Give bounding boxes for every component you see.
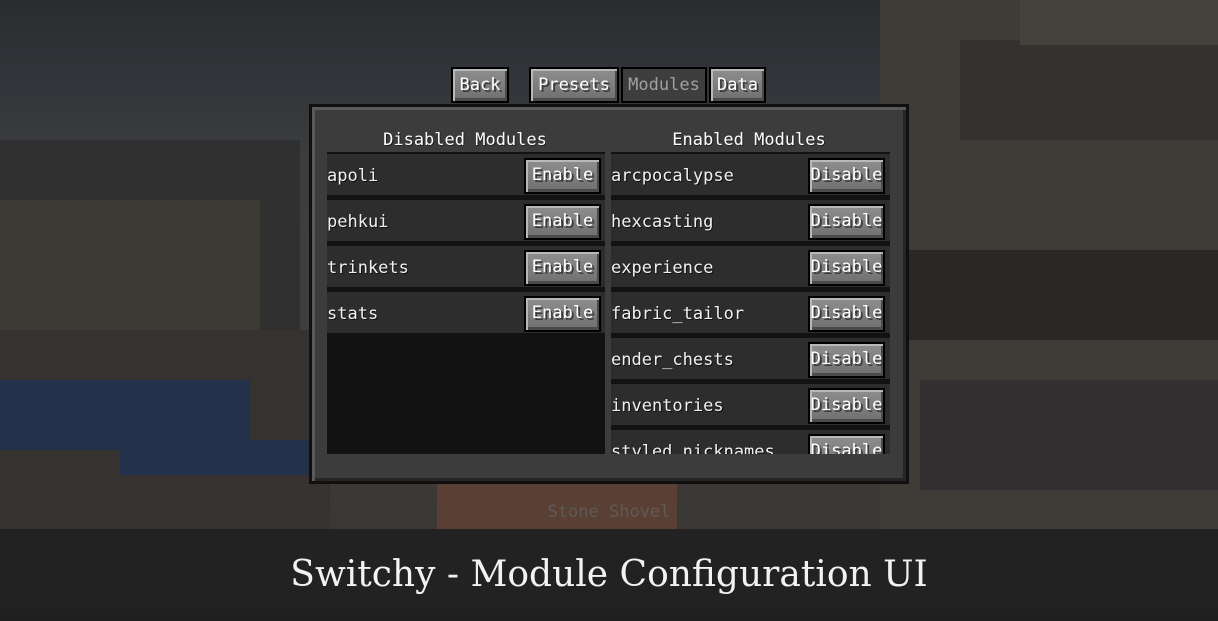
list-item: hexcasting Disable [611, 200, 890, 241]
module-name: pehkui [327, 212, 389, 232]
disable-button[interactable]: Disable [808, 158, 885, 194]
module-name: trinkets [327, 258, 409, 278]
module-name: fabric_tailor [611, 304, 745, 324]
tab-modules[interactable]: Modules [621, 67, 707, 103]
enabled-modules-list[interactable]: arcpocalypse Disable hexcasting Disable … [611, 152, 890, 454]
list-item: inventories Disable [611, 384, 890, 425]
enable-button[interactable]: Enable [524, 250, 601, 286]
module-name: hexcasting [611, 212, 714, 232]
list-item: pehkui Enable [327, 200, 605, 241]
enabled-modules-title: Enabled Modules [672, 130, 826, 150]
tab-data[interactable]: Data [709, 67, 766, 103]
module-name: styled_nicknames [611, 442, 775, 454]
list-item: arcpocalypse Disable [611, 154, 890, 195]
module-name: experience [611, 258, 714, 278]
module-name: inventories [611, 396, 724, 416]
list-item: styled_nicknames Disable [611, 430, 890, 454]
disabled-modules-list[interactable]: apoli Enable pehkui Enable trinkets Enab… [327, 152, 605, 454]
module-name: apoli [327, 166, 379, 186]
caption: Switchy - Module Configuration UI [0, 529, 1218, 609]
module-name: ender_chests [611, 350, 734, 370]
enable-button[interactable]: Enable [524, 158, 601, 194]
enable-button[interactable]: Enable [524, 204, 601, 240]
disable-button[interactable]: Disable [808, 250, 885, 286]
module-name: stats [327, 304, 379, 324]
list-item: stats Enable [327, 292, 605, 333]
enable-button[interactable]: Enable [524, 296, 601, 332]
disable-button[interactable]: Disable [808, 342, 885, 378]
module-name: arcpocalypse [611, 166, 734, 186]
list-item: trinkets Enable [327, 246, 605, 287]
list-item: experience Disable [611, 246, 890, 287]
back-button[interactable]: Back [451, 67, 509, 103]
disabled-modules-title: Disabled Modules [383, 130, 547, 150]
held-item-label: Stone Shovel [547, 502, 671, 522]
disable-button[interactable]: Disable [808, 296, 885, 332]
list-item: ender_chests Disable [611, 338, 890, 379]
list-item: fabric_tailor Disable [611, 292, 890, 333]
disable-button[interactable]: Disable [808, 388, 885, 424]
list-item: apoli Enable [327, 154, 605, 195]
disable-button[interactable]: Disable [808, 434, 885, 454]
disable-button[interactable]: Disable [808, 204, 885, 240]
tab-presets[interactable]: Presets [529, 67, 619, 103]
